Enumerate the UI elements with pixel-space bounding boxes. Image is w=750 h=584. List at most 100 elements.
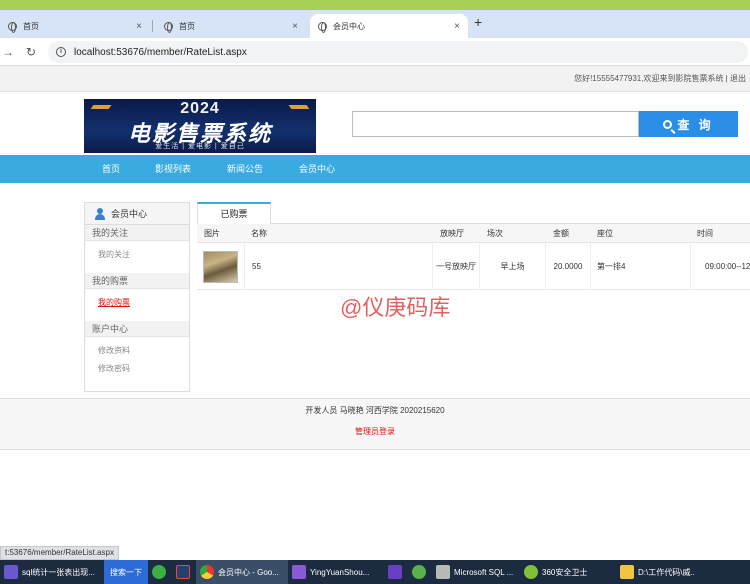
banner-slogan: 爱生活 | 爱电影 | 爱自己 — [155, 143, 245, 150]
tab-divider — [152, 20, 153, 32]
column-header: 放映厅 — [440, 229, 464, 238]
time-cell: 09:00:00--12 — [705, 262, 750, 271]
sidebar-section-body: 我的购票 — [85, 289, 189, 321]
browser-tab-strip: 首页 × 首页 × 会员中心 × + — [0, 10, 750, 38]
site-footer: 开发人员 马晓艳 河西学院 2020215620 管理员登录 — [0, 398, 750, 450]
table-row[interactable]: 55 一号放映厅 早上场 20.0000 第一排4 09:00:00--12 — [197, 243, 750, 290]
vs-icon — [388, 565, 402, 579]
nav-news[interactable]: 新闻公告 — [227, 155, 263, 183]
sidebar-section-follow: 我的关注 — [85, 225, 189, 241]
taskbar-360[interactable]: 360安全卫士 — [520, 560, 616, 584]
search-button-label: 查 询 — [677, 117, 714, 132]
taskbar-label: D:\工作代码\威... — [638, 567, 694, 577]
movie-poster-thumbnail[interactable] — [203, 250, 238, 283]
member-sidebar: 会员中心 我的关注 我的关注 我的购票 我的购票 账户中心 修改资料 修改密码 — [84, 202, 190, 392]
globe-icon — [318, 21, 327, 33]
site-logo-banner[interactable]: 2024 电影售票系统 爱生活 | 爱电影 | 爱自己 — [84, 99, 316, 153]
nav-member-center[interactable]: 会员中心 — [299, 155, 335, 183]
globe-icon — [164, 21, 173, 33]
sidebar-link-my-tickets[interactable]: 我的购票 — [98, 297, 189, 308]
360-icon — [524, 565, 538, 579]
taskbar-sql-server[interactable]: Microsoft SQL ... — [432, 560, 520, 584]
taskbar-app-green2[interactable] — [408, 560, 432, 584]
column-header: 名称 — [251, 229, 267, 238]
column-header: 金额 — [553, 229, 569, 238]
admin-login-link[interactable]: 管理员登录 — [0, 426, 750, 437]
user-icon — [95, 207, 105, 220]
taskbar-label: 会员中心 - Goo... — [218, 567, 279, 577]
tab-title: 首页 — [23, 21, 39, 31]
hall-cell: 一号放映厅 — [433, 243, 480, 290]
developer-info: 开发人员 马晓艳 河西学院 2020215620 — [305, 406, 445, 415]
welcome-bar: 您好!15555477931,欢迎来到影院售票系统 | 退出 — [0, 66, 750, 92]
sidebar-section-body: 修改资料 修改密码 — [85, 337, 189, 387]
taskbar-label: sql统计一张表出现... — [22, 567, 95, 577]
taskbar-label: 搜索一下 — [110, 567, 142, 577]
app-dark-icon — [176, 565, 190, 579]
reload-icon[interactable]: ↻ — [26, 45, 36, 59]
folder-icon — [620, 565, 634, 579]
windows-taskbar: sql统计一张表出现... 搜索一下 会员中心 - Goo... YingYua… — [0, 560, 750, 584]
taskbar-app-green[interactable] — [148, 560, 172, 584]
search-icon — [663, 119, 673, 129]
column-header: 座位 — [597, 229, 613, 238]
web-page: 您好!15555477931,欢迎来到影院售票系统 | 退出 2024 电影售票… — [0, 66, 750, 560]
taskbar-chrome[interactable]: 会员中心 - Goo... — [196, 560, 288, 584]
tab-title: 会员中心 — [333, 21, 365, 31]
session-cell: 早上场 — [480, 243, 546, 290]
forward-icon[interactable]: → — [2, 45, 14, 59]
address-bar[interactable]: i localhost:53676/member/RateList.aspx — [48, 41, 748, 63]
taskbar-visual-studio-project[interactable]: YingYuanShou... — [288, 560, 384, 584]
new-tab-button[interactable]: + — [474, 14, 482, 30]
column-header: 时间 — [697, 229, 713, 238]
search-button[interactable]: 查 询 — [639, 111, 738, 137]
welcome-text: 您好!15555477931,欢迎来到影院售票系统 | 退出 — [574, 74, 746, 83]
sidebar-link-change-password[interactable]: 修改密码 — [98, 363, 189, 374]
nav-home[interactable]: 首页 — [102, 155, 120, 183]
status-bar-url: t:53676/member/RateList.aspx — [0, 546, 119, 560]
taskbar-label: Microsoft SQL ... — [454, 567, 514, 577]
taskbar-label: YingYuanShou... — [310, 567, 370, 577]
tab-title: 首页 — [179, 21, 195, 31]
app-green2-icon — [412, 565, 426, 579]
browser-tab-1[interactable]: 首页 × — [0, 14, 150, 38]
column-header: 场次 — [487, 229, 503, 238]
sidebar-link-my-follows[interactable]: 我的关注 — [98, 249, 189, 260]
taskbar-app-dark[interactable] — [172, 560, 196, 584]
taskbar-item-sql-note[interactable]: sql统计一张表出现... — [0, 560, 104, 584]
nav-movies[interactable]: 影视列表 — [155, 155, 191, 183]
amount-cell: 20.0000 — [546, 243, 591, 290]
sidebar-header: 会员中心 — [85, 203, 189, 225]
ai-icon — [4, 565, 18, 579]
taskbar-search-box[interactable]: 搜索一下 — [104, 560, 148, 584]
visual-studio-icon — [292, 565, 306, 579]
content-tab-bar: 已购票 — [197, 202, 750, 224]
globe-icon — [8, 21, 17, 33]
info-icon[interactable]: i — [56, 47, 66, 57]
column-header: 图片 — [204, 229, 220, 238]
tab-purchased[interactable]: 已购票 — [197, 202, 271, 224]
seat-cell: 第一排4 — [591, 243, 691, 290]
sidebar-section-account: 账户中心 — [85, 321, 189, 337]
taskbar-folder[interactable]: D:\工作代码\威... — [616, 560, 694, 584]
taskbar-vs[interactable] — [384, 560, 408, 584]
sql-server-icon — [436, 565, 450, 579]
sidebar-link-edit-profile[interactable]: 修改资料 — [98, 345, 189, 356]
close-icon[interactable]: × — [454, 21, 460, 32]
close-icon[interactable]: × — [136, 21, 142, 32]
browser-tab-2[interactable]: 首页 × — [156, 14, 306, 38]
search-input[interactable] — [352, 111, 639, 137]
chrome-icon — [200, 565, 214, 579]
app-green-icon — [152, 565, 166, 579]
taskbar-label: 360安全卫士 — [542, 567, 588, 577]
url-text[interactable]: localhost:53676/member/RateList.aspx — [74, 47, 247, 58]
sidebar-title: 会员中心 — [111, 209, 148, 219]
main-nav: 首页 影视列表 新闻公告 会员中心 — [0, 155, 750, 183]
sidebar-section-body: 我的关注 — [85, 241, 189, 273]
browser-tab-3-active[interactable]: 会员中心 × — [310, 14, 468, 38]
close-icon[interactable]: × — [292, 21, 298, 32]
poster-cell — [197, 243, 245, 290]
browser-toolbar: → ↻ i localhost:53676/member/RateList.as… — [0, 38, 750, 66]
watermark-text: @仪庚码库 — [340, 295, 451, 320]
table-header: 图片 名称 放映厅 场次 金额 座位 时间 — [197, 224, 750, 243]
